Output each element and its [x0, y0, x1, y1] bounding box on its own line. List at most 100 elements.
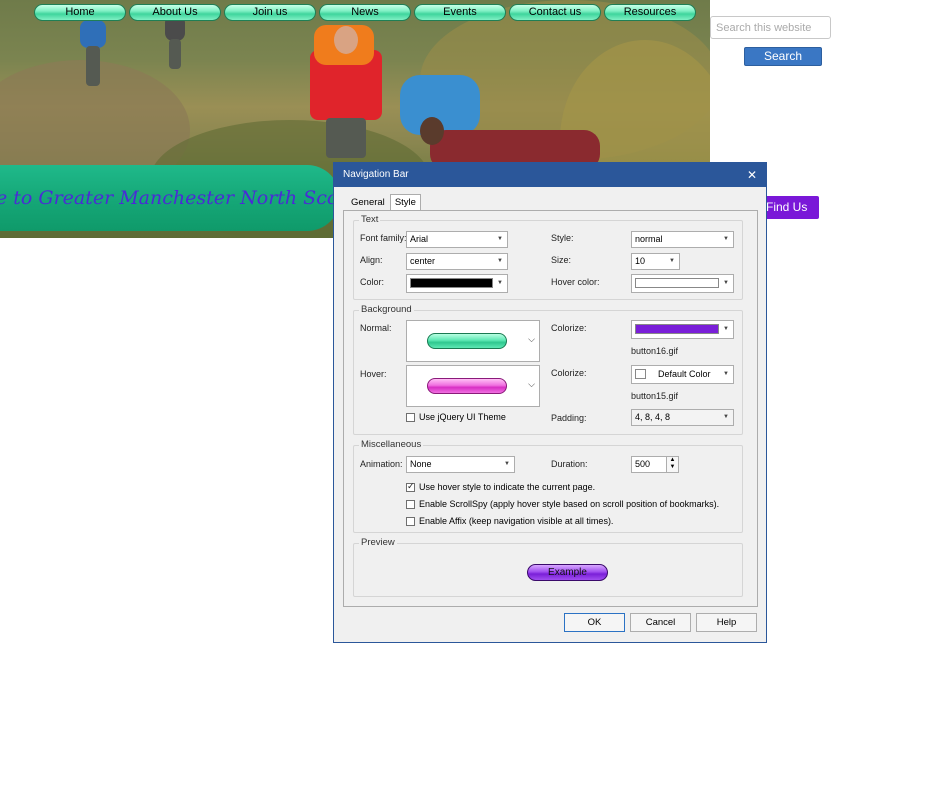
chevron-down-icon: ⌵ [528, 379, 535, 389]
normal-background-select[interactable]: ⌵ [406, 320, 540, 362]
hover-color-swatch [635, 278, 719, 288]
animation-select[interactable]: None ▼ [406, 456, 515, 473]
hover-image-filename: button15.gif [631, 391, 679, 401]
font-family-value: Arial [410, 234, 429, 244]
font-family-label: Font family: [360, 233, 407, 243]
text-color-picker[interactable]: ▼ [406, 274, 508, 293]
nav-events[interactable]: Events [414, 4, 506, 21]
animation-value: None [410, 459, 432, 469]
jquery-ui-theme-checkbox[interactable]: Use jQuery UI Theme [406, 412, 506, 422]
dropdown-arrow-icon: ▼ [723, 326, 729, 332]
close-icon[interactable]: ✕ [745, 163, 759, 187]
duration-input[interactable]: 500 [631, 456, 667, 473]
preview-group-legend: Preview [359, 537, 397, 548]
dropdown-arrow-icon: ▼ [497, 258, 503, 264]
scrollspy-checkbox[interactable]: Enable ScrollSpy (apply hover style base… [406, 499, 719, 509]
animation-label: Animation: [360, 459, 403, 469]
site-nav-bar: Home About Us Join us News Events Contac… [34, 4, 696, 21]
dropdown-arrow-icon: ▼ [723, 414, 729, 420]
duration-value: 500 [635, 459, 651, 469]
color-label: Color: [360, 277, 385, 287]
size-select[interactable]: 10 ▼ [631, 253, 680, 270]
miscellaneous-group-legend: Miscellaneous [359, 439, 424, 450]
hover-label: Hover: [360, 369, 387, 379]
duration-label: Duration: [551, 459, 588, 469]
colorize-label-1: Colorize: [551, 323, 587, 333]
preview-group: Preview Example [353, 537, 743, 597]
align-select[interactable]: center ▼ [406, 253, 508, 270]
site-search-input[interactable] [710, 16, 831, 39]
dropdown-arrow-icon: ▼ [497, 280, 503, 286]
chevron-down-icon: ⌵ [528, 334, 535, 344]
size-value: 10 [635, 256, 646, 266]
duration-spinner[interactable]: ▲ ▼ [666, 456, 679, 473]
nav-join-us[interactable]: Join us [224, 4, 316, 21]
colorize-label-2: Colorize: [551, 368, 587, 378]
dialog-tabs: General Style [346, 194, 421, 210]
size-label: Size: [551, 255, 572, 265]
normal-label: Normal: [360, 323, 392, 333]
nav-news[interactable]: News [319, 4, 411, 21]
checkbox-box [406, 499, 415, 509]
navigation-bar-dialog: Navigation Bar ✕ General Style Text Font… [333, 162, 767, 643]
hover-current-page-checkbox[interactable]: Use hover style to indicate the current … [406, 481, 596, 492]
welcome-banner: e to Greater Manchester North Scouts [0, 165, 368, 231]
banner-text: e to Greater Manchester North Scouts [0, 187, 368, 209]
text-color-swatch [410, 278, 493, 288]
background-group-legend: Background [359, 304, 414, 315]
dropdown-arrow-icon: ▼ [723, 236, 729, 242]
screen: e to Greater Manchester North Scouts Hom… [0, 0, 932, 800]
hover-current-page-label: Use hover style to indicate the current … [419, 482, 596, 492]
dropdown-arrow-icon: ▼ [723, 371, 729, 377]
font-family-select[interactable]: Arial ▼ [406, 231, 508, 248]
style-select[interactable]: normal ▼ [631, 231, 734, 248]
affix-label: Enable Affix (keep navigation visible at… [419, 516, 614, 526]
checkbox-box [406, 516, 415, 526]
example-preview-button[interactable]: Example [527, 564, 608, 581]
style-label: Style: [551, 233, 574, 243]
colorize-hover-picker[interactable]: Default Color ▼ [631, 365, 734, 384]
colorize-normal-picker[interactable]: ▼ [631, 320, 734, 339]
hover-color-picker[interactable]: ▼ [631, 274, 734, 293]
nav-contact-us[interactable]: Contact us [509, 4, 601, 21]
site-search-button[interactable]: Search [744, 47, 822, 66]
dialog-titlebar[interactable]: Navigation Bar ✕ [334, 163, 766, 187]
help-button[interactable]: Help [696, 613, 757, 632]
background-group: Background Normal: ⌵ Colorize: ▼ button1… [353, 304, 743, 435]
dropdown-arrow-icon: ▼ [669, 258, 675, 264]
miscellaneous-group: Miscellaneous Animation: None ▼ Duration:… [353, 439, 743, 533]
affix-checkbox[interactable]: Enable Affix (keep navigation visible at… [406, 516, 613, 526]
dropdown-arrow-icon: ▼ [723, 280, 729, 286]
hover-color-label: Hover color: [551, 277, 600, 287]
cancel-button[interactable]: Cancel [630, 613, 691, 632]
padding-select[interactable]: 4, 8, 4, 8 ▼ [631, 409, 734, 426]
nav-home[interactable]: Home [34, 4, 126, 21]
tab-general[interactable]: General [346, 194, 390, 209]
normal-image-filename: button16.gif [631, 346, 679, 356]
style-value: normal [635, 234, 663, 244]
text-group-legend: Text [359, 214, 381, 225]
scrollspy-label: Enable ScrollSpy (apply hover style base… [419, 499, 720, 509]
hover-button-image [427, 378, 507, 394]
ok-button[interactable]: OK [564, 613, 625, 632]
colorize-hover-value: Default Color [658, 369, 711, 379]
align-label: Align: [360, 255, 383, 265]
colorize-normal-swatch [635, 324, 719, 334]
nav-about-us[interactable]: About Us [129, 4, 221, 21]
nav-resources[interactable]: Resources [604, 4, 696, 21]
padding-value: 4, 8, 4, 8 [635, 412, 671, 422]
hover-background-select[interactable]: ⌵ [406, 365, 540, 407]
align-value: center [410, 256, 436, 266]
normal-button-image [427, 333, 507, 349]
tab-style[interactable]: Style [389, 194, 421, 210]
colorize-hover-swatch [635, 369, 646, 379]
padding-label: Padding: [551, 413, 587, 423]
style-tab-page: Text Font family: Arial ▼ Style: normal ▼ … [343, 210, 758, 607]
jquery-ui-theme-label: Use jQuery UI Theme [419, 412, 506, 422]
dropdown-arrow-icon: ▼ [497, 236, 503, 242]
checkbox-box [406, 412, 415, 422]
dropdown-arrow-icon: ▼ [504, 461, 510, 467]
checkbox-box [406, 481, 415, 492]
dialog-title: Navigation Bar [343, 169, 409, 180]
text-group: Text Font family: Arial ▼ Style: normal ▼ … [353, 214, 743, 300]
